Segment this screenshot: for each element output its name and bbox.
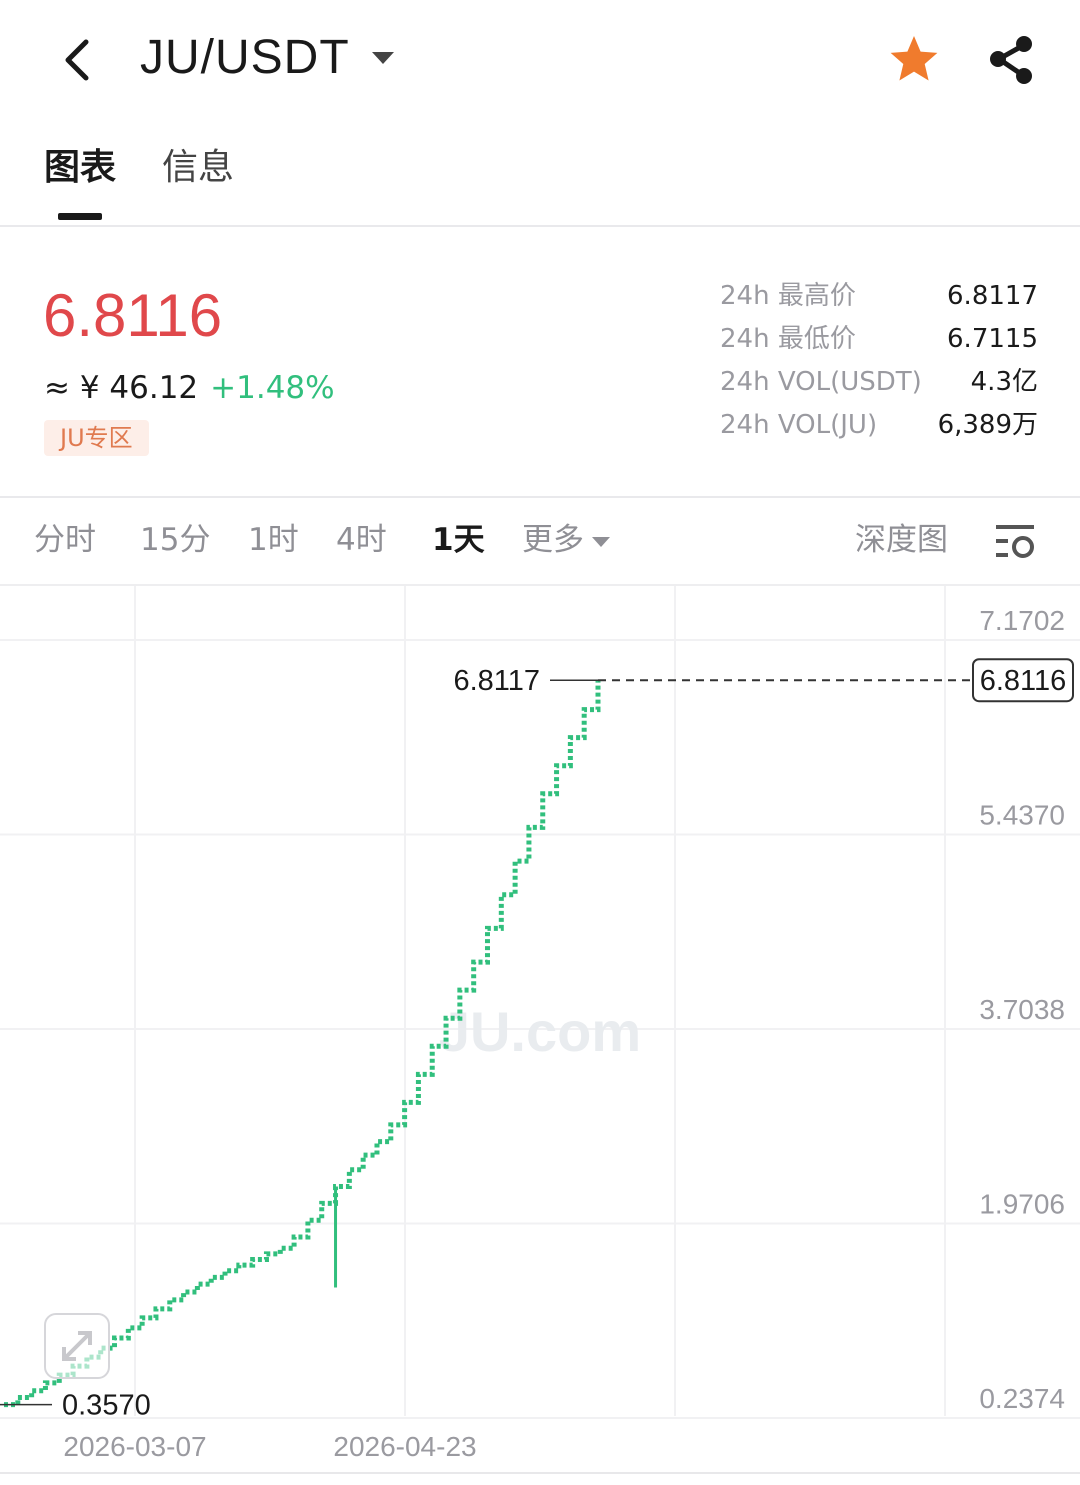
tab-info[interactable]: 信息 — [162, 146, 234, 190]
cny-row: ≈ ¥ 46.12 +1.48% — [44, 368, 335, 408]
expand-chart-button[interactable] — [44, 1313, 110, 1379]
cny-price: ≈ ¥ 46.12 — [44, 370, 199, 406]
chart-canvas: JU.com 7.1702 5.4370 3.7038 1.9706 0.2374 202… — [0, 586, 1080, 1462]
stat-label: 24h 最低价 — [720, 324, 856, 354]
current-price-label: 6.8116 — [980, 665, 1067, 697]
stat-value: 6,389万 — [937, 410, 1038, 440]
watermark: JU.com — [439, 1000, 641, 1063]
stat-value: 4.3亿 — [970, 367, 1038, 397]
x-tick-label: 2026-04-23 — [333, 1431, 476, 1462]
zone-badge[interactable]: JU专区 — [44, 420, 149, 456]
interval-timeline[interactable]: 分时 — [34, 520, 96, 560]
stat-value: 6.8117 — [947, 281, 1038, 311]
stat-label: 24h VOL(USDT) — [720, 367, 922, 397]
y-tick-label: 7.1702 — [979, 605, 1065, 636]
y-tick-label: 5.4370 — [979, 800, 1065, 831]
price-chart[interactable]: JU.com 7.1702 5.4370 3.7038 1.9706 0.2374 202… — [0, 586, 1080, 1474]
stat-row: 24h VOL(JU) 6,389万 — [720, 407, 1038, 450]
y-tick-label: 0.2374 — [979, 1383, 1065, 1414]
top-bar: JU/USDT — [0, 0, 1080, 120]
active-tab-indicator — [58, 213, 102, 220]
more-label: 更多 — [522, 522, 584, 558]
stat-row: 24h VOL(USDT) 4.3亿 — [720, 364, 1038, 407]
stats-panel: 24h 最高价 6.8117 24h 最低价 6.7115 24h VOL(US… — [720, 278, 1038, 450]
chevron-left-icon[interactable] — [52, 32, 104, 88]
interval-15m[interactable]: 15分 — [140, 520, 210, 560]
caret-down-icon — [592, 536, 610, 547]
stat-row: 24h 最高价 6.8117 — [720, 278, 1038, 321]
stat-label: 24h 最高价 — [720, 281, 856, 311]
interval-4h[interactable]: 4时 — [336, 520, 387, 560]
depth-chart-button[interactable]: 深度图 — [855, 520, 948, 560]
interval-1h[interactable]: 1时 — [248, 520, 299, 560]
change-percent: +1.48% — [210, 370, 335, 406]
y-tick-label: 1.9706 — [979, 1189, 1065, 1220]
high-price-label: 6.8117 — [453, 665, 540, 697]
interval-more[interactable]: 更多 — [522, 520, 610, 560]
x-tick-label: 2026-03-07 — [63, 1431, 206, 1462]
caret-down-icon[interactable] — [370, 50, 396, 66]
bottom-divider — [0, 1472, 1080, 1474]
interval-1d[interactable]: 1天 — [432, 520, 485, 560]
tab-chart[interactable]: 图表 — [44, 146, 116, 190]
expand-icon — [62, 1331, 92, 1361]
low-price-label: 0.3570 — [62, 1390, 151, 1422]
price-summary: 6.8116 ≈ ¥ 46.12 +1.48% JU专区 24h 最高价 6.81… — [0, 226, 1080, 498]
interval-bar: 分时 15分 1时 4时 1天 更多 深度图 — [0, 498, 1080, 586]
stat-label: 24h VOL(JU) — [720, 410, 878, 440]
tab-bar: 图表 信息 — [0, 120, 1080, 227]
stat-value: 6.7115 — [947, 324, 1038, 354]
share-icon[interactable] — [984, 32, 1040, 88]
stat-row: 24h 最低价 6.7115 — [720, 321, 1038, 364]
chart-settings-icon[interactable] — [994, 522, 1036, 560]
star-icon[interactable] — [886, 32, 942, 88]
last-price: 6.8116 — [43, 282, 223, 349]
y-tick-label: 3.7038 — [979, 994, 1065, 1025]
pair-title[interactable]: JU/USDT — [140, 28, 350, 88]
